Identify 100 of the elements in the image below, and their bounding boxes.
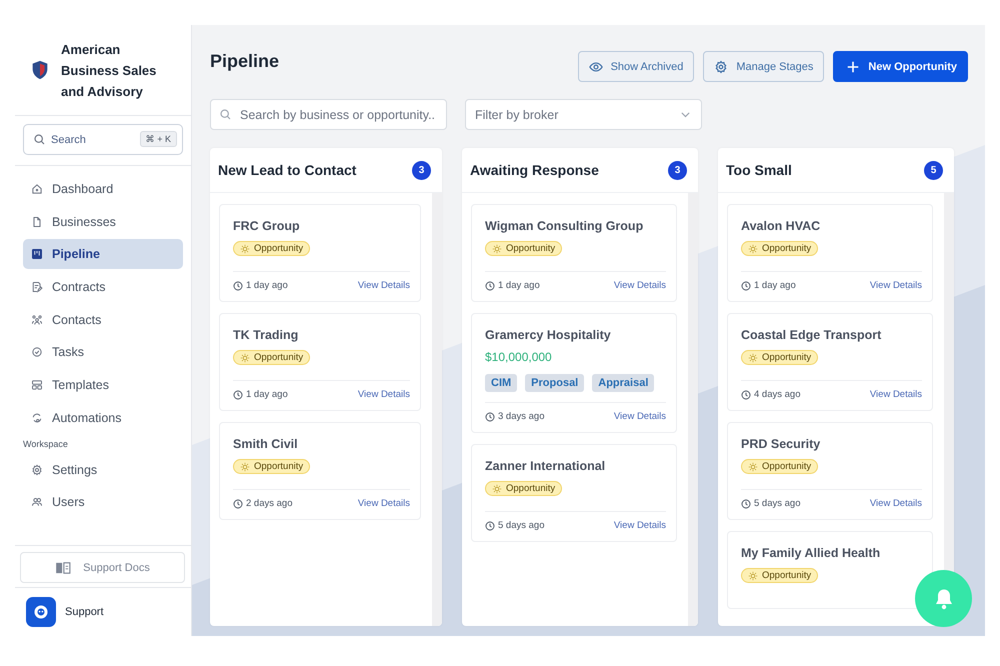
lightbulb-icon <box>240 462 250 472</box>
view-details-link[interactable]: View Details <box>358 389 410 400</box>
column-title: New Lead to Contact <box>218 162 356 178</box>
clock-icon <box>485 280 495 290</box>
opportunity-card[interactable]: PRD Security Opportunity 5 days ago View Details <box>727 422 933 520</box>
clock-icon <box>233 498 243 508</box>
lightbulb-icon <box>748 462 758 472</box>
contacts-icon <box>31 314 43 326</box>
business-name: Coastal Edge Transport <box>741 328 882 342</box>
nav-item[interactable]: Users <box>23 487 183 518</box>
time-label: 1 day ago <box>246 389 288 400</box>
time-label: 5 days ago <box>498 520 544 531</box>
edit-icon <box>31 281 43 294</box>
show-archived-button[interactable]: Show Archived <box>578 51 694 82</box>
broker-filter-dropdown[interactable]: Filter by broker <box>465 99 702 130</box>
nav-item[interactable]: Automations <box>23 402 183 433</box>
support-label[interactable]: Support <box>65 606 104 618</box>
eye-icon <box>588 60 603 74</box>
opportunity-card[interactable]: Avalon HVAC Opportunity 1 day ago View Details <box>727 204 933 302</box>
search-icon <box>219 108 232 121</box>
opportunity-badge: Opportunity <box>741 568 818 583</box>
view-details-link[interactable]: View Details <box>614 520 666 531</box>
lightbulb-icon <box>748 570 758 580</box>
settings-icon <box>714 60 728 74</box>
settings-icon <box>31 464 43 476</box>
business-name: Smith Civil <box>233 437 298 451</box>
lightbulb-icon <box>492 244 502 254</box>
view-details-link[interactable]: View Details <box>870 389 922 400</box>
opportunity-card[interactable]: Coastal Edge Transport Opportunity 4 days ago View Details <box>727 313 933 411</box>
count-badge: 3 <box>412 160 431 180</box>
plus-icon <box>846 60 860 74</box>
view-details-link[interactable]: View Details <box>614 411 666 422</box>
scrollbar-track[interactable] <box>688 193 698 626</box>
check-icon <box>31 346 43 358</box>
clock-icon <box>233 280 243 290</box>
book-icon <box>55 562 72 574</box>
section-label: Workspace <box>23 438 69 451</box>
clock-icon <box>485 412 495 422</box>
support-avatar-icon <box>26 597 56 627</box>
time-label: 2 days ago <box>246 498 292 509</box>
opportunity-badge: Opportunity <box>485 241 562 256</box>
scrollbar-track[interactable] <box>432 193 442 626</box>
opportunity-badge: Opportunity <box>741 459 818 474</box>
time-label: 1 day ago <box>754 280 796 291</box>
kanban-icon <box>31 248 43 260</box>
time-label: 3 days ago <box>498 411 544 422</box>
bell-icon <box>934 588 954 610</box>
clock-icon <box>233 390 243 400</box>
search-icon <box>33 133 46 146</box>
nav-item[interactable]: Dashboard <box>23 174 183 204</box>
time-label: 5 days ago <box>754 498 800 509</box>
count-badge: 3 <box>668 160 687 180</box>
nav-item[interactable]: Contracts <box>23 272 183 302</box>
nav-item[interactable]: Businesses <box>23 206 183 237</box>
doc-icon <box>31 216 43 228</box>
time-label: 4 days ago <box>754 389 800 400</box>
opportunity-card[interactable]: Gramercy Hospitality $10,000,000 CIM Proposal Appraisal 3 days ago View Details <box>471 313 677 433</box>
page-title: Pipeline <box>210 51 280 71</box>
opportunity-card[interactable]: Wigman Consulting Group Opportunity 1 day ago View Details <box>471 204 677 302</box>
opportunity-badge: Opportunity <box>741 241 818 256</box>
time-label: 1 day ago <box>498 280 540 291</box>
opportunity-badge: Opportunity <box>485 481 562 496</box>
new-opportunity-button[interactable]: New Opportunity <box>833 51 968 82</box>
nav-item[interactable]: Pipeline <box>23 239 183 270</box>
nav-item[interactable]: Templates <box>23 370 183 400</box>
document-tag: Proposal <box>525 374 584 392</box>
nav-item[interactable]: Tasks <box>23 337 183 368</box>
nav-item[interactable]: Contacts <box>23 304 183 335</box>
search-field[interactable]: Search by business or opportunity.. <box>210 99 447 130</box>
deal-amount: $10,000,000 <box>485 350 552 364</box>
view-details-link[interactable]: View Details <box>614 280 666 291</box>
clock-icon <box>741 390 751 400</box>
business-name: Zanner International <box>485 459 606 473</box>
view-details-link[interactable]: View Details <box>358 280 410 291</box>
opportunity-card[interactable]: FRC Group Opportunity 1 day ago View Details <box>219 204 421 302</box>
view-details-link[interactable]: View Details <box>358 498 410 509</box>
document-tag: Appraisal <box>592 374 654 392</box>
manage-stages-button[interactable]: Manage Stages <box>703 51 824 82</box>
view-details-link[interactable]: View Details <box>870 498 922 509</box>
lightbulb-icon <box>240 244 250 254</box>
opportunity-card[interactable]: Smith Civil Opportunity 2 days ago View Details <box>219 422 421 520</box>
column-title: Awaiting Response <box>470 162 599 178</box>
opportunity-card[interactable]: TK Trading Opportunity 1 day ago View Details <box>219 313 421 411</box>
support-docs-button[interactable]: Support Docs <box>20 552 185 583</box>
nav-item[interactable]: Settings <box>23 454 183 484</box>
opportunity-badge: Opportunity <box>233 241 310 256</box>
opportunity-card[interactable]: Zanner International Opportunity 5 days ago View Details <box>471 444 677 542</box>
users-icon <box>31 496 43 508</box>
document-tag: CIM <box>485 374 518 392</box>
shortcut-hint: ⌘ + K <box>140 131 177 147</box>
lightbulb-icon <box>240 352 250 362</box>
opportunity-badge: Opportunity <box>233 350 310 365</box>
count-badge: 5 <box>924 160 943 180</box>
opportunity-badge: Opportunity <box>741 350 818 365</box>
clock-icon <box>741 280 751 290</box>
column-title: Too Small <box>726 162 792 178</box>
business-name: Wigman Consulting Group <box>485 219 644 233</box>
view-details-link[interactable]: View Details <box>870 280 922 291</box>
business-name: Avalon HVAC <box>741 219 820 233</box>
home-icon <box>31 183 43 195</box>
